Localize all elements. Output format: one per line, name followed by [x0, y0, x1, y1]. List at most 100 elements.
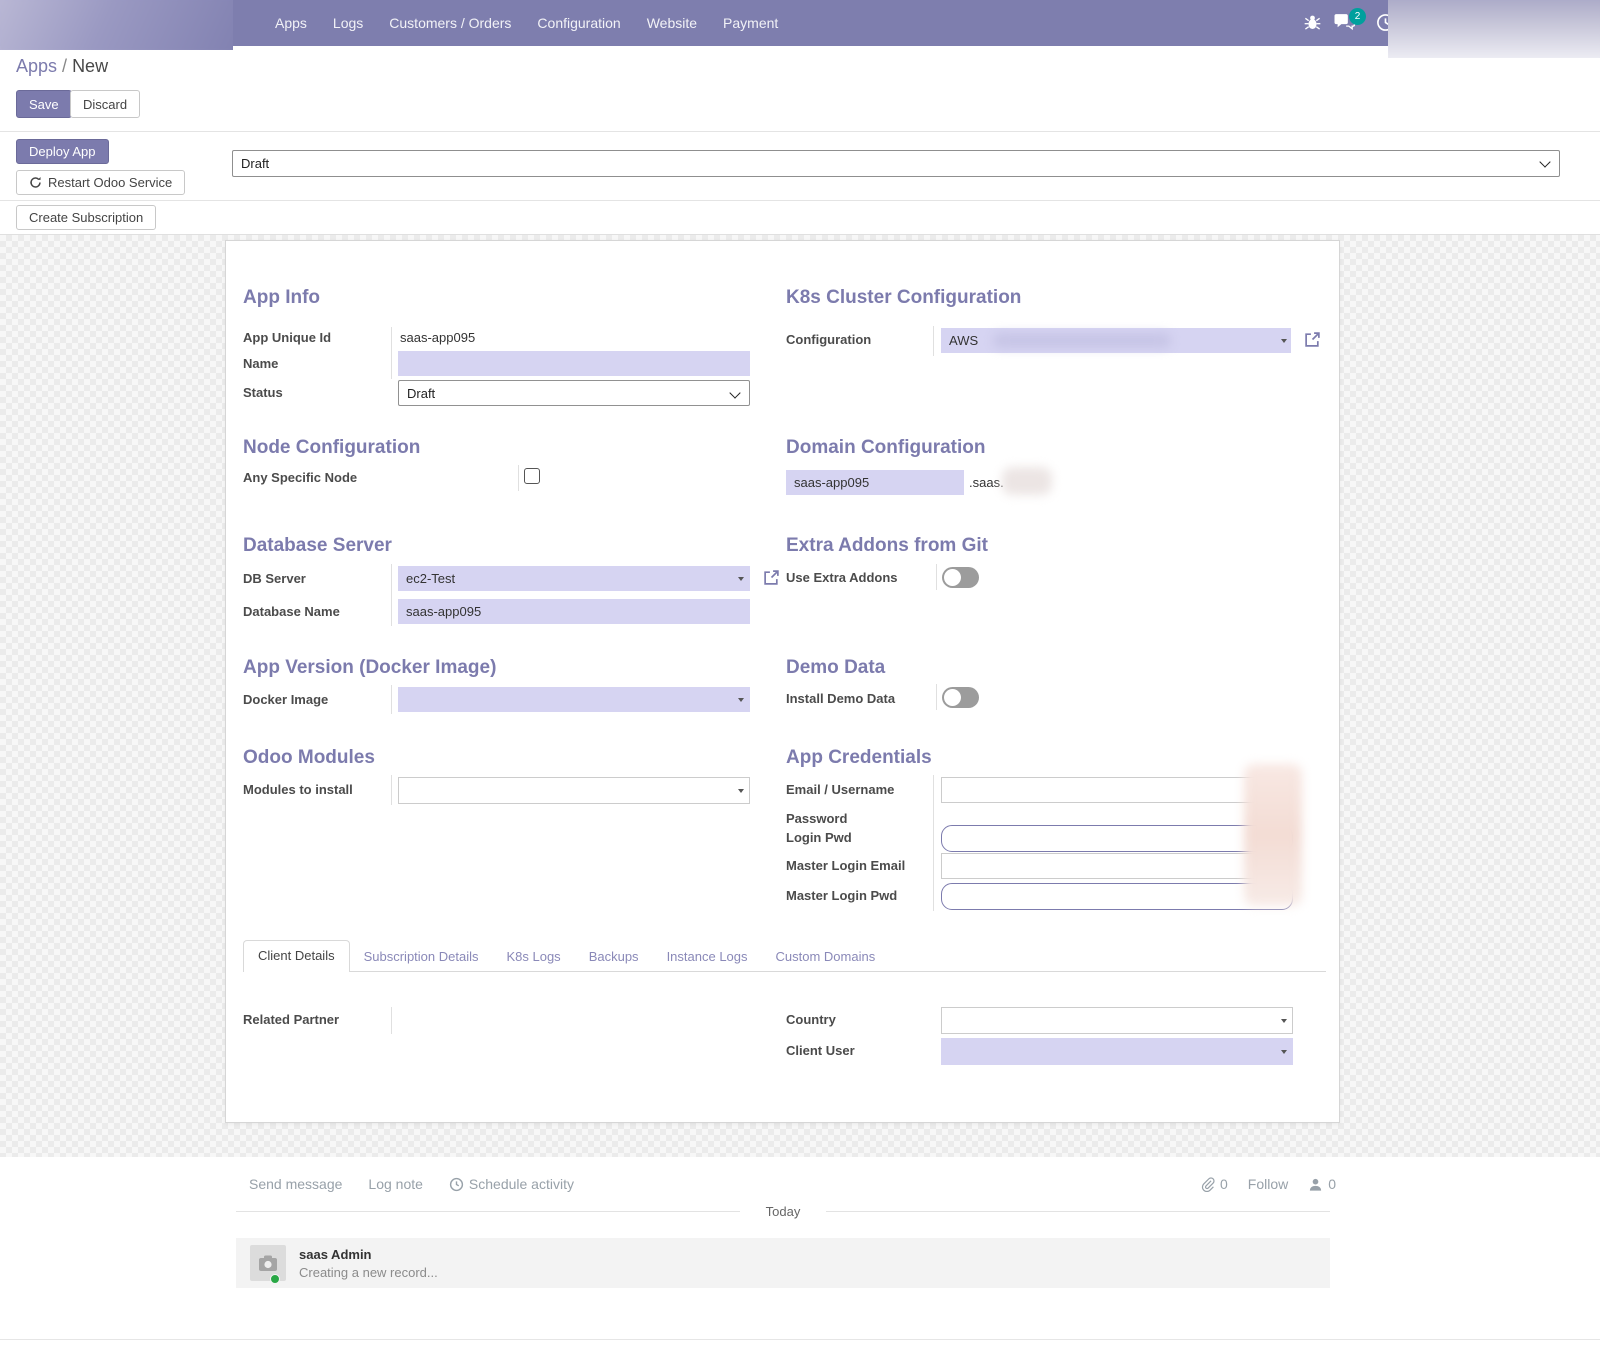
configuration-external-link-icon[interactable] [1304, 331, 1321, 348]
divider [391, 685, 392, 714]
redacted-brand-area [0, 0, 233, 50]
schedule-activity-button[interactable]: Schedule activity [449, 1176, 574, 1192]
nav-menu: Apps Logs Customers / Orders Configurati… [262, 0, 791, 46]
message-author: saas Admin [299, 1247, 438, 1262]
section-title-k8s: K8s Cluster Configuration [786, 287, 1021, 309]
divider [0, 131, 1600, 132]
name-label: Name [243, 356, 278, 371]
section-title-database-server: Database Server [243, 535, 392, 557]
redacted-domain [1002, 467, 1052, 495]
tab-client-details[interactable]: Client Details [243, 940, 350, 972]
nav-item-logs[interactable]: Logs [320, 15, 376, 31]
notebook-tabs: Client Details Subscription Details K8s … [243, 942, 889, 972]
section-title-node: Node Configuration [243, 437, 420, 459]
breadcrumb-current: New [72, 56, 108, 76]
chatter-actions: Send message Log note Schedule activity [249, 1176, 574, 1192]
attachments-button[interactable]: 0 [1200, 1176, 1228, 1192]
follow-button[interactable]: Follow [1248, 1176, 1288, 1192]
divider [936, 684, 937, 710]
use-extra-addons-label: Use Extra Addons [786, 570, 898, 585]
schedule-clock-icon [449, 1177, 464, 1192]
redacted-user-menu [1388, 0, 1600, 58]
nav-item-payment[interactable]: Payment [710, 15, 791, 31]
chevron-down-icon [729, 387, 740, 398]
domain-suffix: .saas. [969, 475, 1004, 490]
breadcrumb-apps-link[interactable]: Apps [16, 56, 57, 76]
master-login-pwd-input[interactable] [941, 883, 1293, 910]
camera-icon [258, 1254, 278, 1272]
any-specific-node-checkbox[interactable] [524, 468, 540, 484]
divider [518, 465, 519, 491]
login-pwd-input[interactable] [941, 825, 1293, 852]
docker-image-select[interactable] [398, 687, 750, 712]
name-input[interactable] [398, 351, 750, 376]
create-subscription-button[interactable]: Create Subscription [16, 205, 156, 230]
tab-backups[interactable]: Backups [575, 942, 653, 972]
subdomain-input[interactable]: saas-app095 [786, 470, 964, 495]
today-label: Today [766, 1204, 801, 1219]
caret-down-icon [1281, 1050, 1287, 1054]
db-server-external-link-icon[interactable] [763, 569, 780, 586]
caret-down-icon [738, 789, 744, 793]
master-login-email-input[interactable] [941, 853, 1291, 879]
save-button[interactable]: Save [16, 90, 72, 118]
log-note-button[interactable]: Log note [368, 1176, 423, 1192]
status-select[interactable]: Draft [398, 380, 750, 406]
email-username-input[interactable] [941, 777, 1291, 803]
nav-item-website[interactable]: Website [634, 15, 710, 31]
send-message-button[interactable]: Send message [249, 1176, 342, 1192]
nav-item-apps[interactable]: Apps [262, 15, 320, 31]
section-title-odoo-modules: Odoo Modules [243, 747, 375, 769]
statusbar-value: Draft [241, 156, 269, 171]
country-label: Country [786, 1012, 836, 1027]
person-icon [1308, 1177, 1323, 1192]
caret-down-icon [738, 698, 744, 702]
form-sheet: App Info App Unique Id saas-app095 Name … [225, 240, 1340, 1123]
deploy-app-button[interactable]: Deploy App [16, 139, 109, 164]
chevron-down-icon [1539, 156, 1550, 167]
database-name-input[interactable]: saas-app095 [398, 599, 750, 624]
tab-custom-domains[interactable]: Custom Domains [762, 942, 890, 972]
any-specific-node-label: Any Specific Node [243, 470, 357, 485]
divider [0, 200, 1600, 201]
country-select[interactable] [941, 1007, 1293, 1034]
install-demo-data-label: Install Demo Data [786, 691, 895, 706]
caret-down-icon [1281, 1019, 1287, 1023]
caret-down-icon [738, 577, 744, 581]
divider [933, 775, 934, 911]
login-pwd-label: Login Pwd [786, 830, 852, 845]
configuration-select[interactable]: AWS [941, 328, 1291, 353]
discard-button[interactable]: Discard [70, 90, 140, 118]
divider [391, 1007, 392, 1034]
password-label: Password [786, 811, 847, 826]
section-title-app-credentials: App Credentials [786, 747, 932, 769]
email-username-label: Email / Username [786, 782, 894, 797]
divider [391, 564, 392, 626]
chatter-message[interactable]: saas Admin Creating a new record... [236, 1238, 1330, 1288]
master-login-email-label: Master Login Email [786, 858, 905, 873]
tab-k8s-logs[interactable]: K8s Logs [492, 942, 574, 972]
install-demo-data-toggle[interactable] [942, 687, 979, 708]
tab-instance-logs[interactable]: Instance Logs [653, 942, 762, 972]
modules-to-install-select[interactable] [398, 777, 750, 804]
divider [391, 775, 392, 805]
divider [936, 564, 937, 590]
tab-subscription-details[interactable]: Subscription Details [350, 942, 493, 972]
divider [391, 327, 392, 379]
caret-down-icon [1281, 339, 1287, 343]
use-extra-addons-toggle[interactable] [942, 567, 979, 588]
statusbar-select[interactable]: Draft [232, 150, 1560, 177]
master-login-pwd-label: Master Login Pwd [786, 888, 897, 903]
db-server-select[interactable]: ec2-Test [398, 566, 750, 591]
client-user-select[interactable] [941, 1038, 1293, 1065]
nav-item-configuration[interactable]: Configuration [524, 15, 633, 31]
messages-count-badge: 2 [1349, 8, 1366, 25]
followers-button[interactable]: 0 [1308, 1176, 1336, 1192]
db-server-label: DB Server [243, 571, 306, 586]
nav-item-customers-orders[interactable]: Customers / Orders [376, 15, 524, 31]
debug-bug-icon[interactable] [1303, 13, 1322, 35]
restart-odoo-service-button[interactable]: Restart Odoo Service [16, 170, 185, 195]
configuration-label: Configuration [786, 332, 871, 347]
redacted-credentials [1244, 764, 1302, 906]
section-title-app-version: App Version (Docker Image) [243, 657, 496, 679]
